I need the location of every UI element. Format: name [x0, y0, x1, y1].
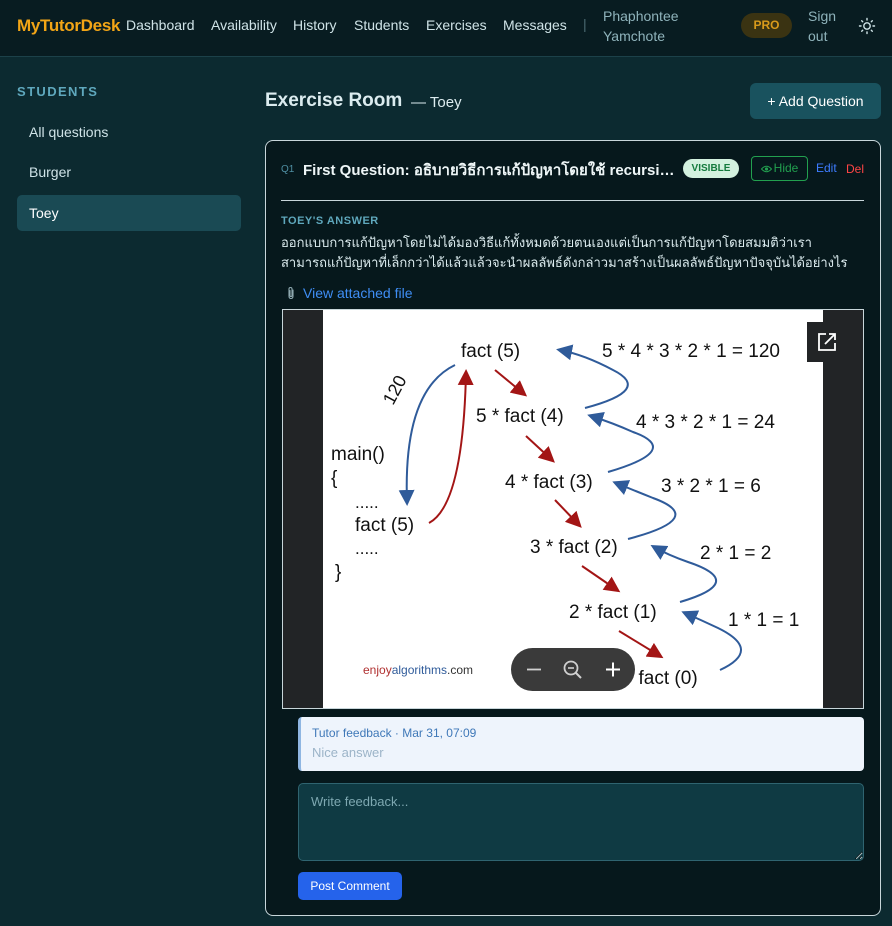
signout-link[interactable]: Sign out	[808, 6, 848, 46]
call-label: 4 * fact (3)	[505, 472, 593, 493]
result-label: 5 * 4 * 3 * 2 * 1 = 120	[602, 341, 780, 362]
answer-label: TOEY'S ANSWER	[281, 215, 379, 227]
top-navbar: MyTutorDesk Dashboard Availability Histo…	[0, 0, 892, 57]
feedback-meta: Tutor feedback · Mar 31, 07:09	[312, 726, 477, 740]
eye-icon	[760, 165, 772, 173]
minus-icon[interactable]	[513, 648, 553, 691]
sidebar-item-toey[interactable]: Toey	[17, 195, 241, 231]
result-label: 2 * 1 = 2	[700, 543, 771, 564]
open-image-button[interactable]	[807, 322, 847, 362]
call-label: fact (5)	[461, 341, 520, 362]
feedback-input[interactable]	[298, 783, 864, 861]
call-arrow	[428, 369, 474, 524]
answer-line: ออกแบบการแก้ปัญหาโดยไม่ได้มองวิธีแก้ทั้ง…	[281, 235, 812, 250]
call-arrow	[494, 369, 528, 397]
nav-messages[interactable]: Messages	[503, 17, 567, 33]
main-line: .....	[355, 493, 379, 512]
main-line: fact (5)	[355, 515, 414, 536]
call-arrow	[554, 499, 582, 528]
sidebar-title: STUDENTS	[17, 84, 99, 99]
call-arrow	[581, 565, 621, 593]
return-value-label: 120	[379, 372, 411, 408]
view-attachment-link[interactable]: View attached file	[303, 285, 412, 301]
call-label: 2 * fact (1)	[569, 602, 657, 623]
answer-line: สามารถแก้ปัญหาที่เล็กกว่าได้แล้วแล้วจะนำ…	[281, 255, 848, 270]
zoom-out-icon[interactable]	[553, 648, 593, 691]
diagram-watermark: enjoyalgorithms.com	[363, 663, 473, 677]
sidebar-item-burger[interactable]: Burger	[17, 154, 241, 190]
card-divider	[281, 200, 864, 201]
plus-icon[interactable]	[593, 648, 633, 691]
feedback-text: Nice answer	[312, 745, 384, 760]
page-subtitle: — Toey	[411, 94, 462, 111]
external-link-icon	[818, 333, 836, 351]
paperclip-icon	[288, 286, 294, 300]
nav-availability[interactable]: Availability	[211, 17, 277, 33]
sidebar-item-all-questions[interactable]: All questions	[17, 114, 241, 150]
delete-link[interactable]: Del	[846, 162, 864, 176]
app-logo[interactable]: MyTutorDesk	[17, 16, 120, 36]
hide-button-label: Hide	[773, 161, 799, 175]
page-title: Exercise Room	[265, 90, 403, 111]
nav-students[interactable]: Students	[354, 17, 409, 33]
return-arrow	[398, 364, 456, 506]
nav-exercises[interactable]: Exercises	[426, 17, 487, 33]
main-line: }	[335, 562, 341, 583]
nav-separator: |	[583, 16, 587, 32]
sun-icon[interactable]	[858, 17, 876, 35]
hide-button[interactable]: Hide	[751, 156, 808, 181]
call-label: 3 * fact (2)	[530, 537, 618, 558]
user-name: Phaphontee Yamchote	[603, 8, 679, 44]
question-title: First Question: อธิบายวิธีการแก้ปัญหาโดย…	[303, 162, 675, 179]
main-line: {	[331, 468, 338, 489]
plan-badge: PRO	[741, 13, 792, 38]
main-line: .....	[355, 539, 379, 558]
edit-link[interactable]: Edit	[816, 161, 837, 175]
add-question-button[interactable]: + Add Question	[750, 83, 881, 119]
result-label: 1 * 1 = 1	[728, 610, 799, 631]
main-line: main()	[331, 444, 385, 465]
question-number: Q1	[281, 164, 295, 175]
result-label: 4 * 3 * 2 * 1 = 24	[636, 412, 775, 433]
nav-history[interactable]: History	[293, 17, 337, 33]
call-label: 5 * fact (4)	[476, 406, 564, 427]
nav-dashboard[interactable]: Dashboard	[126, 17, 195, 33]
result-label: 3 * 2 * 1 = 6	[661, 476, 761, 497]
answer-text: ออกแบบการแก้ปัญหาโดยไม่ได้มองวิธีแก้ทั้ง…	[281, 233, 866, 273]
call-arrow	[525, 435, 555, 463]
visibility-badge: VISIBLE	[683, 159, 739, 178]
post-comment-button[interactable]: Post Comment	[298, 872, 402, 900]
zoom-controls	[511, 648, 635, 691]
